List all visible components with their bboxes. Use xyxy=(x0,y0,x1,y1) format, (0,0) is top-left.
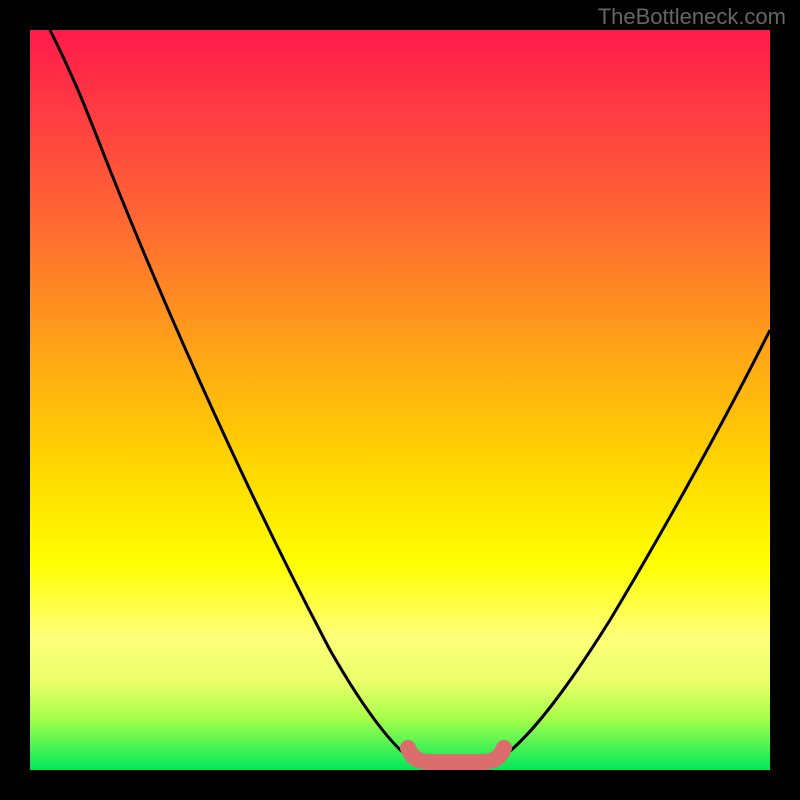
chart-svg xyxy=(30,30,770,770)
chart-plot-area xyxy=(30,30,770,770)
bottleneck-curve-right xyxy=(490,330,770,765)
watermark-text: TheBottleneck.com xyxy=(598,4,786,30)
highlight-zone-marker xyxy=(408,748,504,762)
bottleneck-curve-left xyxy=(50,30,420,765)
